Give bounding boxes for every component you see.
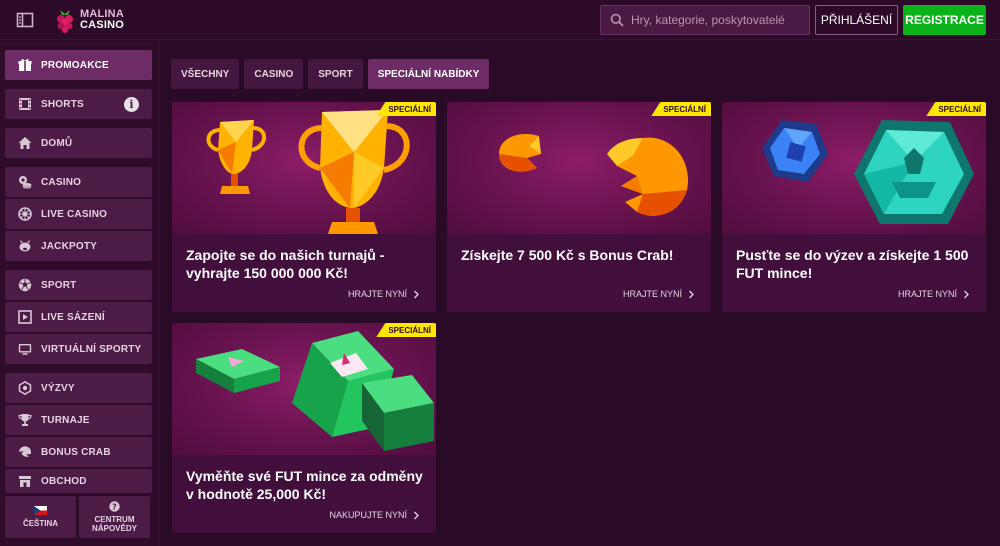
register-button[interactable]: REGISTRACE (903, 5, 986, 35)
sidebar-item-virtualni-sporty[interactable]: VIRTUÁLNÍ SPORTY (5, 334, 152, 364)
sidebar: PROMOAKCE SHORTS i DOMŮ CASINO LIVE CASI… (0, 41, 160, 546)
chevron-right-icon (964, 290, 969, 298)
special-badge: SPECIÁLNÍ (376, 323, 436, 337)
promo-card[interactable]: SPECIÁLNÍ Zapojte se do našich turnajů -… (172, 102, 436, 312)
logo-text: MALINA CASINO (80, 9, 124, 31)
sidebar-item-casino[interactable]: CASINO (5, 167, 152, 197)
home-icon (18, 137, 32, 149)
sidebar-toggle-icon[interactable] (16, 11, 34, 29)
tab-vsechny[interactable]: VŠECHNY (171, 59, 240, 89)
sidebar-item-label: VIRTUÁLNÍ SPORTY (41, 343, 142, 355)
play-now-link[interactable]: HRAJTE NYNÍ (623, 289, 695, 299)
promo-title: Vyměňte své FUT mince za odměny v hodnot… (186, 468, 423, 502)
language-label: ČEŠTINA (22, 519, 59, 528)
promo-card[interactable]: SPECIÁLNÍ Pusťte se do výzev a získejte … (722, 102, 986, 312)
challenge-badge-icon (18, 381, 32, 395)
sidebar-item-bonus-crab[interactable]: BONUS CRAB (5, 437, 152, 467)
promo-title: Získejte 7 500 Kč s Bonus Crab! (461, 247, 674, 263)
sidebar-item-label: JACKPOTY (41, 240, 98, 252)
promo-card[interactable]: SPECIÁLNÍ Vyměňte své FUT mince za odměn… (172, 323, 436, 533)
search-input[interactable] (631, 13, 801, 27)
sidebar-item-label: CASINO (41, 176, 82, 188)
sidebar-item-sport[interactable]: SPORT (5, 270, 152, 300)
shop-icon (19, 476, 31, 487)
help-center-button[interactable]: ? CENTRUM NÁPOVĚDY (79, 496, 150, 538)
promo-card[interactable]: SPECIÁLNÍ Získejte 7 500 Kč s Bonus Crab… (447, 102, 711, 312)
sidebar-item-label: OBCHOD (41, 475, 87, 487)
sidebar-item-turnaje[interactable]: TURNAJE (5, 405, 152, 435)
czech-flag-icon (34, 506, 47, 515)
cta-label: HRAJTE NYNÍ (897, 289, 957, 299)
sidebar-item-label: LIVE CASINO (41, 208, 108, 220)
special-badge: SPECIÁLNÍ (376, 102, 436, 116)
trophy-icon (18, 414, 32, 426)
chevron-right-icon (689, 290, 694, 298)
tab-sport[interactable]: SPORT (308, 59, 363, 89)
help-icon: ? (109, 501, 120, 512)
cta-label: NAKUPUJTE NYNÍ (329, 510, 407, 520)
sidebar-item-label: SHORTS (41, 98, 84, 110)
crab-claw-icon (19, 446, 31, 457)
play-now-link[interactable]: HRAJTE NYNÍ (898, 289, 970, 299)
sidebar-item-live-sazeni[interactable]: LIVE SÁZENÍ (5, 302, 152, 332)
special-badge: SPECIÁLNÍ (651, 102, 711, 116)
special-badge: SPECIÁLNÍ (926, 102, 986, 116)
logo[interactable]: MALINA CASINO (54, 4, 124, 36)
language-selector[interactable]: ČEŠTINA (5, 496, 76, 538)
roulette-icon (18, 207, 32, 221)
sidebar-item-jackpoty[interactable]: JACKPOTY (5, 231, 152, 261)
search-box[interactable] (600, 5, 810, 35)
gem-coins-art: SPECIÁLNÍ (722, 102, 986, 234)
promo-tabs: VŠECHNY CASINO SPORT SPECIÁLNÍ NABÍDKY (171, 59, 490, 89)
sidebar-item-label: PROMOAKCE (41, 59, 109, 71)
cash-stacks-art: SPECIÁLNÍ (172, 323, 436, 455)
casino-chips-icon (19, 176, 32, 189)
play-now-link[interactable]: HRAJTE NYNÍ (348, 289, 420, 299)
top-bar: MALINA CASINO PŘIHLÁŠENÍ REGISTRACE (0, 0, 1000, 40)
help-label-line-1: CENTRUM (94, 515, 135, 524)
soccer-ball-icon (18, 278, 32, 292)
help-label-line-2: NÁPOVĚDY (92, 524, 137, 533)
search-icon (610, 13, 624, 27)
sidebar-item-domu[interactable]: DOMŮ (5, 128, 152, 158)
tab-specialni-nabidky[interactable]: SPECIÁLNÍ NABÍDKY (367, 59, 490, 89)
logo-line-2: CASINO (80, 19, 124, 31)
jackpot-pig-icon (19, 240, 31, 252)
chevron-right-icon (414, 511, 419, 519)
film-icon (19, 98, 31, 110)
gift-icon (18, 59, 32, 71)
sidebar-item-obchod[interactable]: OBCHOD (5, 469, 152, 493)
sidebar-item-shorts[interactable]: SHORTS i (5, 89, 152, 119)
crab-claws-art: SPECIÁLNÍ (447, 102, 711, 234)
login-button[interactable]: PŘIHLÁŠENÍ (815, 5, 898, 35)
raspberry-logo-icon (57, 10, 73, 33)
trophies-art: SPECIÁLNÍ (172, 102, 436, 234)
cta-label: HRAJTE NYNÍ (347, 289, 407, 299)
shop-now-link[interactable]: NAKUPUJTE NYNÍ (329, 510, 420, 520)
promo-title: Zapojte se do našich turnajů - vyhrajte … (186, 247, 385, 281)
sidebar-item-label: LIVE SÁZENÍ (41, 311, 105, 323)
tab-casino[interactable]: CASINO (244, 59, 304, 89)
sidebar-item-label: SPORT (41, 279, 77, 291)
sidebar-item-label: TURNAJE (41, 414, 90, 426)
sidebar-item-live-casino[interactable]: LIVE CASINO (5, 199, 152, 229)
chevron-right-icon (414, 290, 419, 298)
sidebar-item-vyzvy[interactable]: VÝZVY (5, 373, 152, 403)
main-content: VŠECHNY CASINO SPORT SPECIÁLNÍ NABÍDKY S… (161, 41, 1000, 546)
live-scoreboard-icon (18, 310, 32, 324)
sidebar-item-label: VÝZVY (41, 382, 75, 394)
promo-title: Pusťte se do výzev a získejte 1 500 FUT … (736, 247, 969, 281)
virtual-screen-icon (18, 344, 32, 355)
cta-label: HRAJTE NYNÍ (622, 289, 682, 299)
info-icon[interactable]: i (124, 97, 139, 112)
sidebar-item-promoakce[interactable]: PROMOAKCE (5, 50, 152, 80)
sidebar-item-label: DOMŮ (41, 137, 73, 149)
svg-text:?: ? (112, 502, 117, 511)
sidebar-item-label: BONUS CRAB (41, 446, 111, 458)
